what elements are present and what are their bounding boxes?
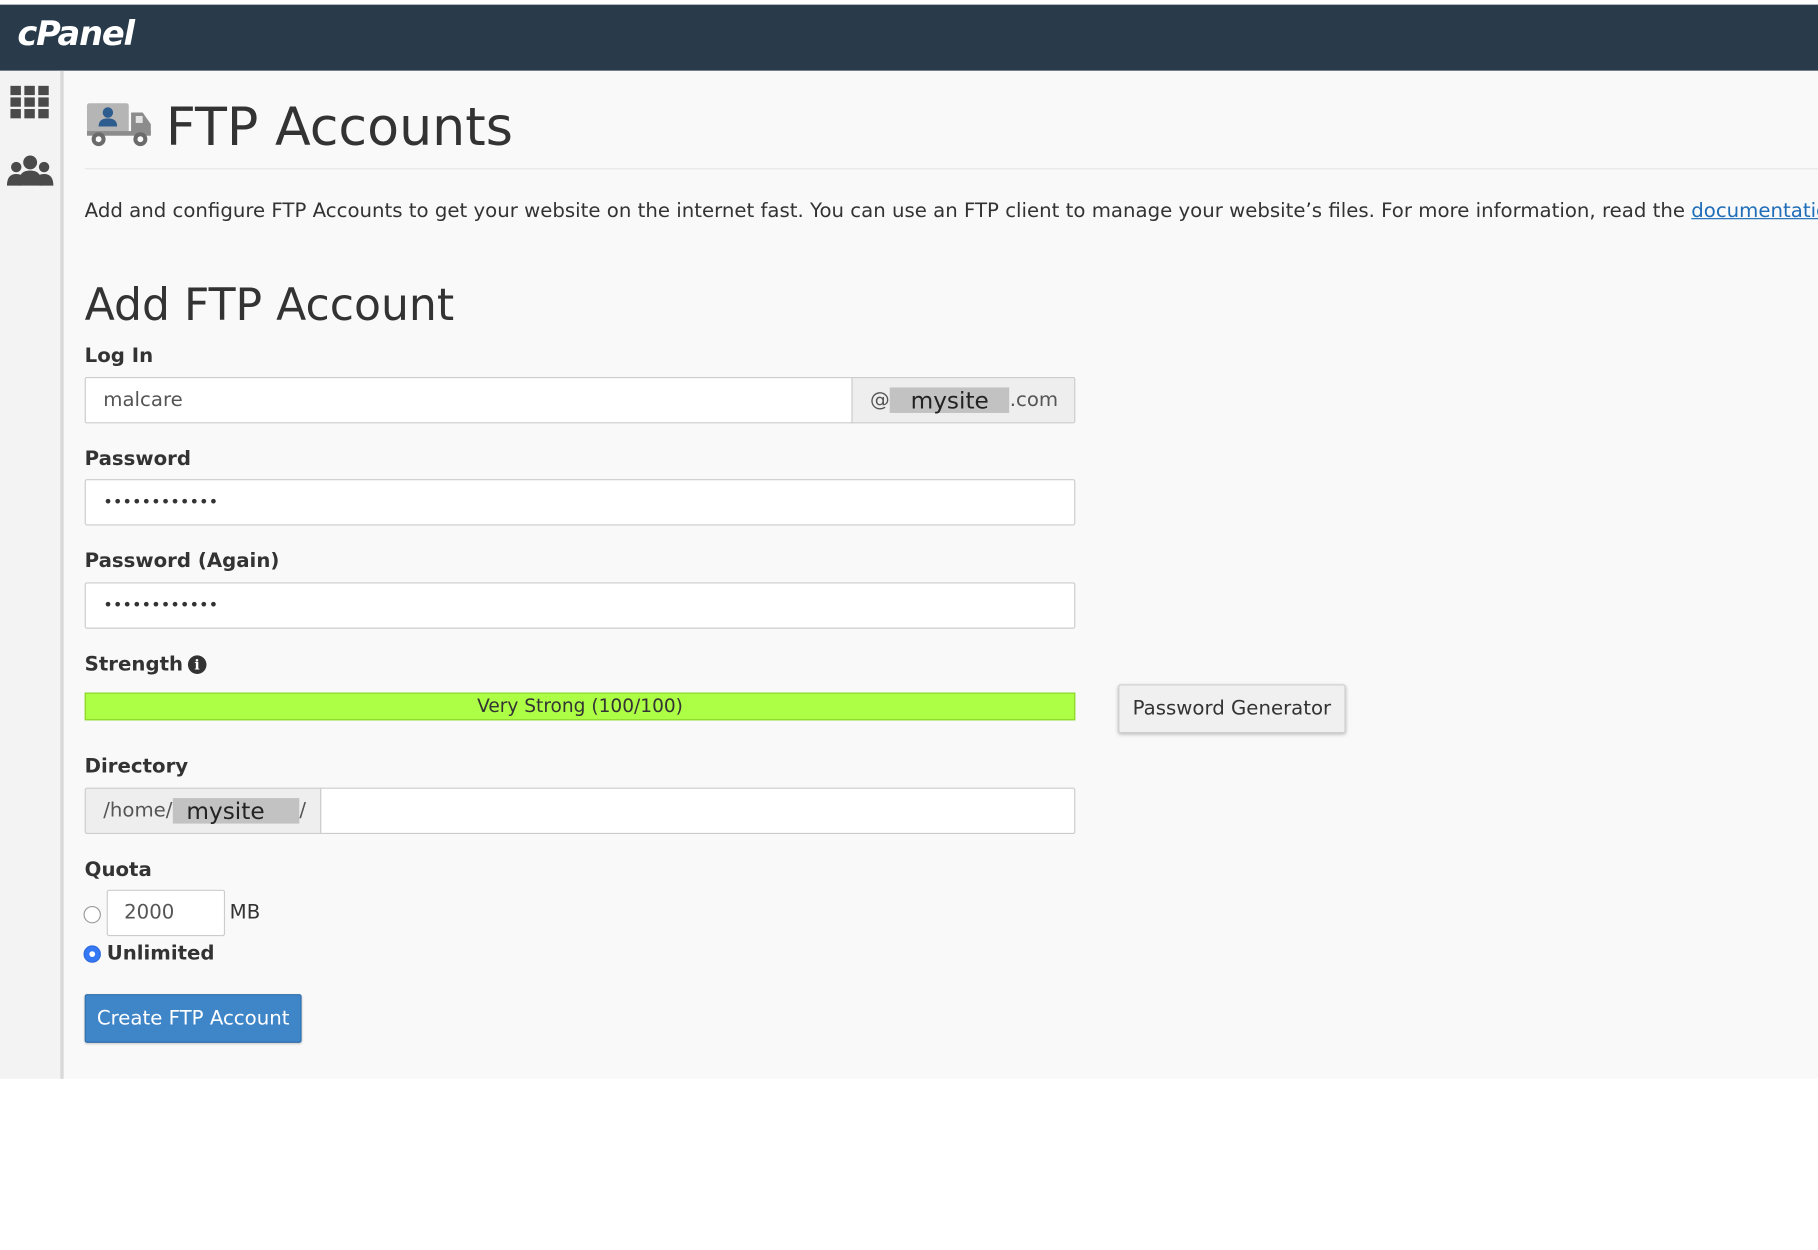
quota-unlimited-label[interactable]: Unlimited bbox=[107, 942, 215, 965]
domain-at-sign: @ bbox=[870, 388, 890, 412]
quota-unlimited-radio[interactable] bbox=[83, 945, 101, 963]
ftp-truck-icon bbox=[85, 99, 155, 150]
password-input[interactable]: •••••••••••• bbox=[84, 479, 1076, 526]
quota-input[interactable]: 2000 bbox=[106, 889, 226, 937]
directory-label: Directory bbox=[84, 755, 189, 779]
quota-limited-radio[interactable] bbox=[83, 905, 101, 924]
strength-text: Very Strong (100/100) bbox=[477, 694, 683, 717]
directory-input[interactable] bbox=[320, 787, 1076, 835]
strength-label: Strength bbox=[84, 653, 184, 677]
intro-text: Add and configure FTP Accounts to get yo… bbox=[85, 200, 1818, 223]
password-label: Password bbox=[84, 447, 192, 471]
quota-label: Quota bbox=[84, 858, 152, 882]
directory-home-prefix: /home/ bbox=[103, 799, 173, 823]
users-icon[interactable] bbox=[5, 152, 56, 191]
login-input[interactable]: malcare bbox=[84, 377, 853, 424]
strength-meter: Very Strong (100/100) bbox=[84, 692, 1076, 721]
password-again-label: Password (Again) bbox=[84, 549, 280, 574]
top-bar: cPanel bbox=[0, 4, 1818, 71]
password-again-input[interactable]: •••••••••••• bbox=[84, 582, 1076, 629]
documentation-link[interactable]: documentation bbox=[1691, 200, 1818, 223]
intro-body: Add and configure FTP Accounts to get yo… bbox=[84, 199, 1692, 223]
info-icon[interactable]: i bbox=[187, 655, 207, 674]
directory-redacted: mysite bbox=[172, 798, 300, 824]
domain-redacted: mysite bbox=[889, 387, 1010, 413]
apps-grid-icon[interactable] bbox=[8, 82, 52, 121]
directory-suffix: / bbox=[299, 799, 307, 823]
cpanel-logo[interactable]: cPanel bbox=[17, 14, 135, 53]
directory-prefix-addon: /home/mysite / bbox=[84, 787, 322, 835]
password-generator-button[interactable]: Password Generator bbox=[1118, 684, 1346, 734]
title-divider bbox=[84, 168, 1818, 170]
page-title: FTP Accounts bbox=[165, 96, 513, 158]
quota-unit: MB bbox=[229, 901, 261, 925]
sidebar bbox=[0, 70, 64, 1079]
login-label: Log In bbox=[84, 344, 154, 368]
login-domain-addon: @ mysite .com bbox=[851, 377, 1076, 424]
strength-label-row: Strength i bbox=[85, 653, 207, 676]
cpanel-window: cPanel FTP Accounts Add and configure FT… bbox=[0, 0, 1818, 1250]
domain-suffix: .com bbox=[1009, 388, 1059, 412]
section-title: Add FTP Account bbox=[84, 279, 455, 331]
main-content: FTP Accounts Add and configure FTP Accou… bbox=[63, 70, 1818, 1079]
create-ftp-account-button[interactable]: Create FTP Account bbox=[84, 994, 302, 1043]
